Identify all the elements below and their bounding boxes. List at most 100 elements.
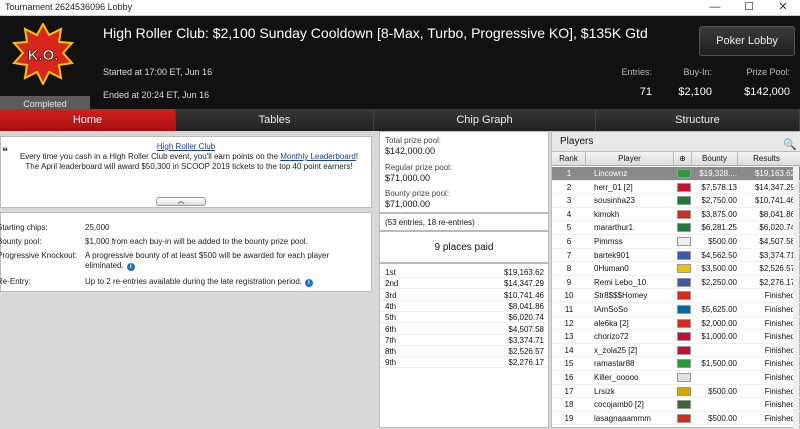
payout-row: 5th $6,020.74	[380, 312, 548, 324]
country-flag-icon	[677, 318, 691, 328]
column-rank[interactable]: Rank	[552, 152, 586, 166]
player-row[interactable]: 4 kimokh $3,875.00 $8,041.86	[552, 208, 800, 222]
payout-place: 3rd	[385, 290, 397, 300]
poker-lobby-button[interactable]: Poker Lobby	[699, 26, 795, 56]
payout-amount: $19,163.62	[503, 268, 544, 277]
column-results[interactable]: Results	[738, 152, 795, 166]
player-row[interactable]: 6 Pimmss $500.00 $4,507.58	[552, 235, 800, 249]
column-player[interactable]: Player	[586, 152, 674, 166]
player-row[interactable]: 7 bartek901 $4,562.50 $3,374.71	[552, 249, 800, 263]
detail-value: 25,000	[85, 223, 110, 232]
tab-tables[interactable]: Tables	[176, 109, 374, 131]
player-rank: 4	[566, 209, 572, 219]
places-paid: 9 places paid	[379, 231, 549, 263]
players-title-text: Players	[560, 136, 594, 147]
globe-icon: ⊕	[679, 154, 686, 163]
payout-table: 1st $19,163.62 2nd $14,347.29 3rd $10,741.46 4…	[379, 263, 549, 428]
maximize-button[interactable]: ☐	[732, 0, 766, 16]
player-name: cocojamb0 [2]	[594, 400, 644, 410]
country-flag-icon	[677, 277, 691, 287]
payout-amount: $10,741.46	[503, 290, 544, 300]
buyin-value: $2,100	[678, 86, 712, 98]
detail-value: A progressive bounty of at least $500 wi…	[85, 251, 365, 271]
tab-home[interactable]: Home	[0, 109, 176, 131]
player-result: $8,041.86	[759, 209, 795, 219]
player-row[interactable]: 11 IAmSoSo $5,625.00 Finished	[552, 303, 800, 317]
detail-key: Progressive Knockout:	[0, 251, 78, 260]
player-row[interactable]: 8 0Human0 $3,500.00 $2,526.57	[552, 262, 800, 276]
entries-note: (53 entries, 18 re-entries)	[379, 213, 549, 231]
player-name: 0Human0	[594, 264, 629, 274]
player-row[interactable]: 1 Lincownz $19,328.... $19,163.62	[552, 167, 800, 181]
player-row[interactable]: 16 Killer_ooooo Finished	[552, 371, 800, 385]
payout-amount: $8,041.86	[508, 301, 544, 311]
player-row[interactable]: 18 cocojamb0 [2] Finished	[552, 398, 800, 412]
player-row[interactable]: 10 Str8$$$Homey Finished	[552, 289, 800, 303]
detail-key: Re-Entry:	[0, 277, 31, 286]
reentry-text: Up to 2 re-entries available during the …	[85, 277, 303, 286]
country-flag-icon	[677, 291, 691, 301]
start-time: Started at 17:00 ET, Jun 16	[103, 67, 213, 77]
leaderboard-link[interactable]: Monthly Leaderboard	[280, 152, 356, 161]
tournament-details: Starting chips: 25,000 Bounty pool: $1,0…	[0, 212, 372, 292]
player-bounty: $500.00	[708, 237, 737, 246]
tournament-title: High Roller Club: $2,100 Sunday Cooldown…	[103, 25, 648, 41]
entries-label: Entries:	[621, 67, 652, 77]
info-icon[interactable]: i	[305, 279, 314, 287]
buyin-label: Buy-In:	[683, 67, 712, 77]
column-country[interactable]: ⊕	[674, 152, 692, 166]
country-flag-icon	[677, 237, 691, 246]
payout-place: 7th	[385, 335, 397, 345]
player-row[interactable]: 2 herr_01 [2] $7,578.13 $14,347.29	[552, 181, 800, 195]
entries-stat: Entries: 71	[600, 67, 652, 98]
end-time: Ended at 20:24 ET, Jun 16	[103, 90, 210, 100]
collapse-promo-button[interactable]: ︽	[156, 197, 206, 206]
player-row[interactable]: 19 lasagnaaammm $500.00 Finished	[552, 412, 800, 426]
player-bounty: $2,000.00	[701, 318, 737, 328]
player-name: chorizo72	[594, 332, 629, 342]
total-pool-label: Total prize pool:	[385, 136, 442, 145]
promo-title-link[interactable]: High Roller Club	[1, 142, 371, 151]
player-rank: 10	[564, 291, 574, 301]
player-bounty: $500.00	[708, 413, 737, 423]
player-bounty: $3,875.00	[701, 209, 737, 219]
tab-chip-graph[interactable]: Chip Graph	[374, 109, 596, 131]
player-row[interactable]: 12 ale6ka [2] $2,000.00 Finished	[552, 317, 800, 331]
player-result: Finished	[764, 332, 795, 342]
player-bounty: $500.00	[708, 386, 737, 396]
player-rank: 11	[564, 305, 574, 314]
column-bounty[interactable]: Bounty	[692, 152, 738, 166]
player-row[interactable]: 17 Lrsizk $500.00 Finished	[552, 385, 800, 399]
player-row[interactable]: 14 x_zola25 [2] Finished	[552, 344, 800, 358]
player-row[interactable]: 13 chorizo72 $1,000.00 Finished	[552, 330, 800, 344]
buyin-stat: Buy-In: $2,100	[660, 67, 712, 98]
prize-pool-label: Prize Pool:	[746, 67, 790, 77]
bounty-pool-label: Bounty prize pool:	[385, 189, 450, 198]
player-rank: 14	[564, 345, 574, 355]
close-button[interactable]: ✕	[766, 0, 800, 16]
player-row[interactable]: 15 ramastar88 $1,500.00 Finished	[552, 357, 800, 371]
country-flag-icon	[677, 400, 691, 410]
detail-value: Up to 2 re-entries available during the …	[85, 277, 365, 287]
country-flag-icon	[677, 169, 691, 178]
regular-pool-label: Regular prize pool:	[385, 163, 453, 172]
player-row[interactable]: 3 sousinha23 $2,750.00 $10,741.46	[552, 194, 800, 208]
tab-structure[interactable]: Structure	[596, 109, 800, 131]
country-flag-icon	[677, 413, 691, 423]
payout-place: 2nd	[385, 279, 399, 289]
player-name: herr_01 [2]	[594, 182, 633, 192]
entries-value: 71	[639, 86, 652, 98]
payout-row: 2nd $14,347.29	[380, 278, 548, 290]
player-result: Finished	[764, 400, 795, 410]
payout-row: 4th $8,041.86	[380, 301, 548, 312]
player-row[interactable]: 9 Remi Lebo_10 $2,250.00 $2,276.17	[552, 276, 800, 290]
minimize-button[interactable]: —	[698, 0, 732, 16]
country-flag-icon	[677, 209, 691, 219]
payout-row: 3rd $10,741.46	[380, 290, 548, 301]
players-scrollbar[interactable]	[793, 166, 799, 429]
player-name: mararthur1	[594, 223, 634, 233]
info-icon[interactable]: i	[126, 263, 135, 271]
player-row[interactable]: 5 mararthur1 $6,281.25 $6,020.74	[552, 221, 800, 235]
payout-amount: $2,276.17	[508, 358, 544, 368]
country-flag-icon	[677, 223, 691, 233]
